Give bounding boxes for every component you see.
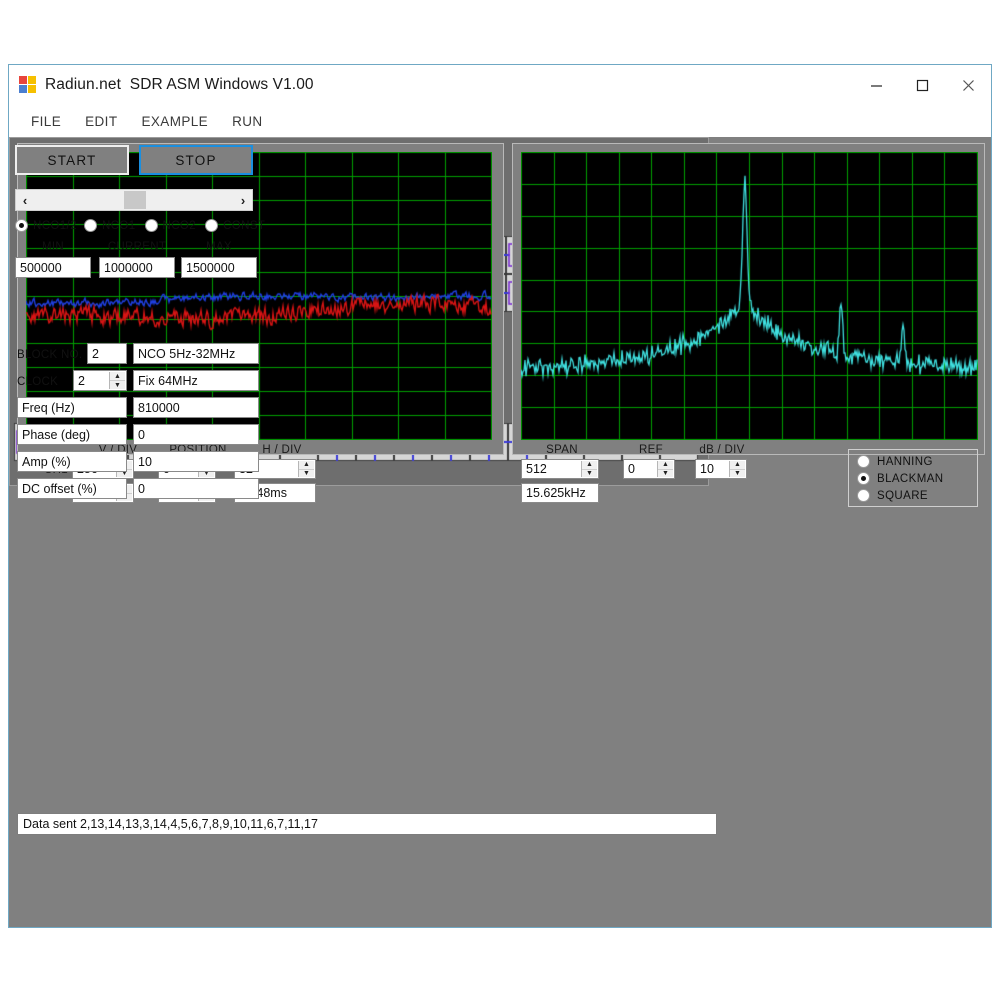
block-desc-field: NCO 5Hz-32MHz [133, 343, 259, 364]
spectrum-dbdiv-header: dB / DIV [699, 444, 745, 456]
freq-value-field[interactable]: 810000 [133, 397, 259, 418]
min-header: MIN [42, 241, 64, 253]
status-text: Data sent 2,13,14,13,3,14,4,5,6,7,8,9,10… [23, 817, 318, 831]
close-icon[interactable] [945, 65, 991, 105]
frequency-slider[interactable]: ‹ › [15, 189, 253, 211]
block-no-label: BLOCK NO. [17, 349, 83, 361]
minimize-icon[interactable] [853, 65, 899, 105]
status-bar: Data sent 2,13,14,13,3,14,4,5,6,7,8,9,10… [17, 813, 717, 835]
const-radio-icon[interactable] [205, 219, 219, 232]
nco1-radio-icon[interactable] [83, 219, 97, 232]
phase-label: Phase (deg) [22, 427, 91, 442]
phase-label-field: Phase (deg) [17, 424, 127, 445]
dbdiv-spinner[interactable]: ▲ ▼ [729, 461, 745, 477]
dbdiv-field[interactable]: 10 ▲ ▼ [695, 459, 747, 479]
menu-item-file[interactable]: FILE [19, 110, 73, 133]
clock-spinner[interactable]: ▲ ▼ [109, 372, 125, 389]
application-window: Radiun.net SDR ASM Windows V1.00 FILE ED… [8, 64, 992, 928]
clock-field[interactable]: 2 ▲ ▼ [73, 370, 127, 391]
nco12-label: NCO1/2 [33, 219, 77, 232]
window-title: Radiun.net SDR ASM Windows V1.00 [45, 76, 314, 93]
slider-thumb[interactable] [124, 191, 146, 209]
slider-left-arrow-icon[interactable]: ‹ [16, 190, 34, 210]
spectrum-display[interactable] [521, 152, 978, 440]
clock-desc-field: Fix 64MHz [133, 370, 259, 391]
window-option-blackman[interactable]: BLACKMAN [857, 470, 977, 487]
amp-label: Amp (%) [22, 454, 71, 469]
dcoffset-label-field: DC offset (%) [17, 478, 127, 499]
span-frequency-value: 15.625kHz [526, 486, 586, 500]
amp-label-field: Amp (%) [17, 451, 127, 472]
clock-desc-value: Fix 64MHz [138, 373, 198, 388]
menu-item-run[interactable]: RUN [220, 110, 274, 133]
control-panel: START STOP ‹ › NCO1/2 NCO1 NCO2 CONST MI… [9, 145, 269, 835]
span-spinner[interactable]: ▲ ▼ [581, 461, 597, 477]
square-radio-icon[interactable] [857, 489, 870, 502]
freq-label-field: Freq (Hz) [17, 397, 127, 418]
window-function-group: HANNING BLACKMAN SQUARE [848, 449, 978, 507]
nco2-label: NCO2 [162, 219, 197, 232]
current-field[interactable]: 1000000 [99, 257, 175, 278]
current-value: 1000000 [104, 260, 153, 275]
block-desc-value: NCO 5Hz-32MHz [138, 346, 236, 361]
scope-hdiv-header: H / DIV [262, 444, 302, 456]
ref-field[interactable]: 0 ▲ ▼ [623, 459, 675, 479]
max-header: MAX [206, 241, 232, 253]
ref-value: 0 [628, 462, 635, 476]
title-bar: Radiun.net SDR ASM Windows V1.00 [9, 65, 991, 105]
start-button[interactable]: START [15, 145, 129, 175]
spectrum-panel: SPAN REF dB / DIV 512 ▲ ▼ 15.625kHz 0 ▲ ▼ … [512, 143, 985, 507]
menu-item-example[interactable]: EXAMPLE [129, 110, 220, 133]
min-value: 500000 [20, 260, 62, 275]
maximize-icon[interactable] [899, 65, 945, 105]
hanning-radio-icon[interactable] [857, 455, 870, 468]
square-label: SQUARE [877, 489, 928, 502]
blackman-label: BLACKMAN [877, 472, 944, 485]
max-field[interactable]: 1500000 [181, 257, 257, 278]
dcoffset-value: 0 [138, 481, 145, 496]
nco-mode-group: NCO1/2 NCO1 NCO2 CONST [15, 219, 265, 232]
amp-value: 10 [138, 454, 152, 469]
spectrum-ref-header: REF [639, 444, 663, 456]
span-field[interactable]: 512 ▲ ▼ [521, 459, 599, 479]
dcoffset-value-field[interactable]: 0 [133, 478, 259, 499]
max-value: 1500000 [186, 260, 235, 275]
span-value: 512 [526, 462, 547, 476]
ref-spinner[interactable]: ▲ ▼ [657, 461, 673, 477]
ch1-hdiv-spinner[interactable]: ▲ ▼ [298, 461, 314, 477]
nco12-radio-icon[interactable] [15, 219, 28, 232]
freq-label: Freq (Hz) [22, 400, 75, 415]
spectrum-span-header: SPAN [546, 444, 578, 456]
nco2-radio-icon[interactable] [144, 219, 158, 232]
nco1-label: NCO1 [101, 219, 136, 232]
slider-right-arrow-icon[interactable]: › [234, 190, 252, 210]
dbdiv-value: 10 [700, 462, 714, 476]
app-logo-icon [19, 76, 37, 94]
clock-label: CLOCK [17, 376, 59, 388]
blackman-radio-icon[interactable] [857, 472, 870, 485]
block-no-field[interactable]: 2 [87, 343, 127, 364]
amp-value-field[interactable]: 10 [133, 451, 259, 472]
menu-item-edit[interactable]: EDIT [73, 110, 129, 133]
hanning-label: HANNING [877, 455, 933, 468]
clock-value: 2 [78, 373, 85, 388]
phase-value-field[interactable]: 0 [133, 424, 259, 445]
current-header: CURRENT [107, 241, 167, 253]
main-body: V / DIV POSITION H / DIV CH1 256 ▲▼ 0 ▲▼… [9, 137, 991, 927]
min-field[interactable]: 500000 [15, 257, 91, 278]
stop-button[interactable]: STOP [139, 145, 253, 175]
phase-value: 0 [138, 427, 145, 442]
block-no-value: 2 [92, 346, 99, 361]
span-frequency-field: 15.625kHz [521, 483, 599, 503]
window-option-square[interactable]: SQUARE [857, 487, 977, 504]
menu-bar: FILE EDIT EXAMPLE RUN [9, 105, 991, 137]
dcoffset-label: DC offset (%) [22, 481, 97, 496]
freq-value: 810000 [138, 400, 180, 415]
window-option-hanning[interactable]: HANNING [857, 453, 977, 470]
const-label: CONST [223, 219, 266, 232]
